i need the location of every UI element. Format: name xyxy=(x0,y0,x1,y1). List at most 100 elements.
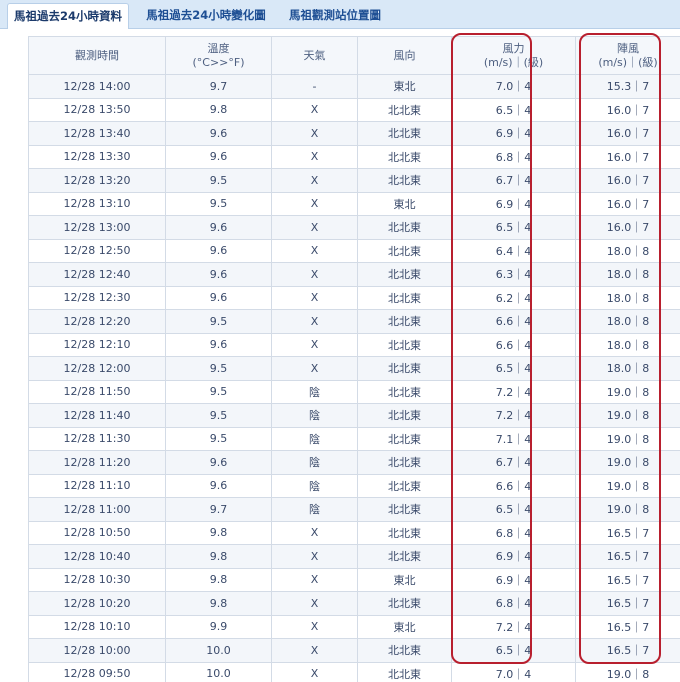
cell-obs-time: 12/28 11:50 xyxy=(28,379,166,404)
cell-gust: 19.0｜8 xyxy=(575,473,680,498)
cell-gust: 16.0｜7 xyxy=(575,97,680,122)
cell-wind-force: 7.0｜4 xyxy=(451,74,576,99)
tab-past-24h-data[interactable]: 馬祖過去24小時資料 xyxy=(7,3,129,30)
header-weather: 天氣 xyxy=(271,36,358,75)
cell-wind-direction: 北北東 xyxy=(357,497,452,522)
cell-obs-time: 12/28 12:20 xyxy=(28,309,166,334)
cell-wind-force: 6.5｜4 xyxy=(451,638,576,663)
cell-temperature: 9.6 xyxy=(165,262,272,287)
table-row: 12/28 12:10 9.6 X 北北東 6.6｜4 18.0｜8 xyxy=(28,332,680,357)
table-row: 12/28 12:30 9.6 X 北北東 6.2｜4 18.0｜8 xyxy=(28,285,680,310)
cell-temperature: 9.5 xyxy=(165,168,272,193)
table-row: 12/28 13:50 9.8 X 北北東 6.5｜4 16.0｜7 xyxy=(28,97,680,122)
cell-gust: 18.0｜8 xyxy=(575,309,680,334)
cell-wind-direction: 北北東 xyxy=(357,473,452,498)
cell-gust: 19.0｜8 xyxy=(575,403,680,428)
cell-obs-time: 12/28 13:20 xyxy=(28,168,166,193)
cell-temperature: 9.5 xyxy=(165,379,272,404)
cell-weather: - xyxy=(271,74,358,99)
cell-wind-direction: 北北東 xyxy=(357,168,452,193)
cell-temperature: 9.8 xyxy=(165,567,272,592)
cell-gust: 16.0｜7 xyxy=(575,191,680,216)
cell-wind-direction: 北北東 xyxy=(357,520,452,545)
cell-weather: X xyxy=(271,121,358,146)
cell-weather: X xyxy=(271,332,358,357)
cell-wind-force: 6.4｜4 xyxy=(451,238,576,263)
table-header-row: 觀測時間 溫度 (°C>>°F) 天氣 風向 風力 (m/s)｜(級) 陣風 (… xyxy=(28,36,680,75)
cell-weather: 陰 xyxy=(271,450,358,475)
cell-wind-direction: 東北 xyxy=(357,567,452,592)
table-body: 12/28 14:00 9.7- 東北 7.0｜4 15.3｜7 12/28 13:50 9… xyxy=(28,74,680,682)
cell-wind-direction: 北北東 xyxy=(357,544,452,569)
cell-gust: 15.3｜7 xyxy=(575,74,680,99)
header-temperature[interactable]: 溫度 (°C>>°F) xyxy=(165,36,272,75)
cell-obs-time: 12/28 10:30 xyxy=(28,567,166,592)
cell-obs-time: 12/28 12:10 xyxy=(28,332,166,357)
cell-temperature: 9.6 xyxy=(165,332,272,357)
cell-obs-time: 12/28 12:00 xyxy=(28,356,166,381)
cell-obs-time: 12/28 09:50 xyxy=(28,661,166,682)
header-label: 陣風 xyxy=(617,41,639,55)
cell-gust: 19.0｜8 xyxy=(575,450,680,475)
header-unit: (°C>>°F) xyxy=(192,55,245,69)
table-row: 12/28 12:40 9.6 X 北北東 6.3｜4 18.0｜8 xyxy=(28,262,680,287)
tab-past-24h-chart[interactable]: 馬祖過去24小時變化圖 xyxy=(140,3,272,28)
cell-wind-force: 6.8｜4 xyxy=(451,144,576,169)
cell-obs-time: 12/28 13:10 xyxy=(28,191,166,216)
cell-gust: 16.0｜7 xyxy=(575,144,680,169)
cell-wind-direction: 北北東 xyxy=(357,356,452,381)
cell-wind-force: 7.0｜4 xyxy=(451,661,576,682)
cell-wind-force: 6.9｜4 xyxy=(451,191,576,216)
cell-wind-direction: 北北東 xyxy=(357,285,452,310)
cell-wind-force: 6.8｜4 xyxy=(451,520,576,545)
cell-wind-force: 7.2｜4 xyxy=(451,614,576,639)
cell-weather: 陰 xyxy=(271,473,358,498)
cell-gust: 16.0｜7 xyxy=(575,215,680,240)
cell-wind-direction: 北北東 xyxy=(357,262,452,287)
cell-weather: 陰 xyxy=(271,403,358,428)
cell-weather: X xyxy=(271,309,358,334)
cell-weather: X xyxy=(271,144,358,169)
cell-wind-force: 6.6｜4 xyxy=(451,309,576,334)
cell-gust: 16.5｜7 xyxy=(575,544,680,569)
cell-wind-force: 6.2｜4 xyxy=(451,285,576,310)
table-row: 12/28 14:00 9.7- 東北 7.0｜4 15.3｜7 xyxy=(28,74,680,99)
cell-weather: X xyxy=(271,168,358,193)
cell-weather: X xyxy=(271,191,358,216)
cell-temperature: 9.5 xyxy=(165,356,272,381)
table-row: 12/28 11:20 9.6 陰北北東 6.7｜4 19.0｜8 xyxy=(28,450,680,475)
cell-obs-time: 12/28 14:00 xyxy=(28,74,166,99)
cell-wind-direction: 北北東 xyxy=(357,309,452,334)
cell-temperature: 9.6 xyxy=(165,215,272,240)
cell-obs-time: 12/28 11:30 xyxy=(28,426,166,451)
cell-weather: X xyxy=(271,638,358,663)
cell-weather: 陰 xyxy=(271,379,358,404)
table-row: 12/28 10:00 10.0 X 北北東 6.5｜4 16.5｜7 xyxy=(28,638,680,663)
cell-obs-time: 12/28 12:40 xyxy=(28,262,166,287)
table-row: 12/28 12:00 9.5 X 北北東 6.5｜4 18.0｜8 xyxy=(28,356,680,381)
table-row: 12/28 10:20 9.8 X 北北東 6.8｜4 16.5｜7 xyxy=(28,591,680,616)
cell-temperature: 9.5 xyxy=(165,191,272,216)
cell-gust: 19.0｜8 xyxy=(575,379,680,404)
header-label: 風力 xyxy=(502,41,525,55)
cell-obs-time: 12/28 11:10 xyxy=(28,473,166,498)
cell-wind-force: 6.6｜4 xyxy=(451,332,576,357)
cell-wind-force: 6.5｜4 xyxy=(451,97,576,122)
cell-gust: 16.5｜7 xyxy=(575,638,680,663)
cell-obs-time: 12/28 11:40 xyxy=(28,403,166,428)
table-row: 12/28 11:10 9.6 陰北北東 6.6｜4 19.0｜8 xyxy=(28,473,680,498)
header-obs-time[interactable]: 觀測時間 xyxy=(28,36,166,75)
cell-weather: X xyxy=(271,567,358,592)
cell-obs-time: 12/28 13:00 xyxy=(28,215,166,240)
header-label: 溫度 xyxy=(207,41,230,55)
cell-gust: 18.0｜8 xyxy=(575,332,680,357)
cell-gust: 19.0｜8 xyxy=(575,661,680,682)
cell-temperature: 9.8 xyxy=(165,544,272,569)
cell-wind-force: 6.7｜4 xyxy=(451,168,576,193)
header-label: 天氣 xyxy=(303,48,326,62)
cell-wind-force: 6.6｜4 xyxy=(451,473,576,498)
tab-station-location-map[interactable]: 馬祖觀測站位置圖 xyxy=(282,3,388,28)
cell-wind-direction: 北北東 xyxy=(357,215,452,240)
observation-panel: 觀測時間 溫度 (°C>>°F) 天氣 風向 風力 (m/s)｜(級) 陣風 (… xyxy=(0,29,680,682)
table-row: 12/28 13:00 9.6 X 北北東 6.5｜4 16.0｜7 xyxy=(28,215,680,240)
